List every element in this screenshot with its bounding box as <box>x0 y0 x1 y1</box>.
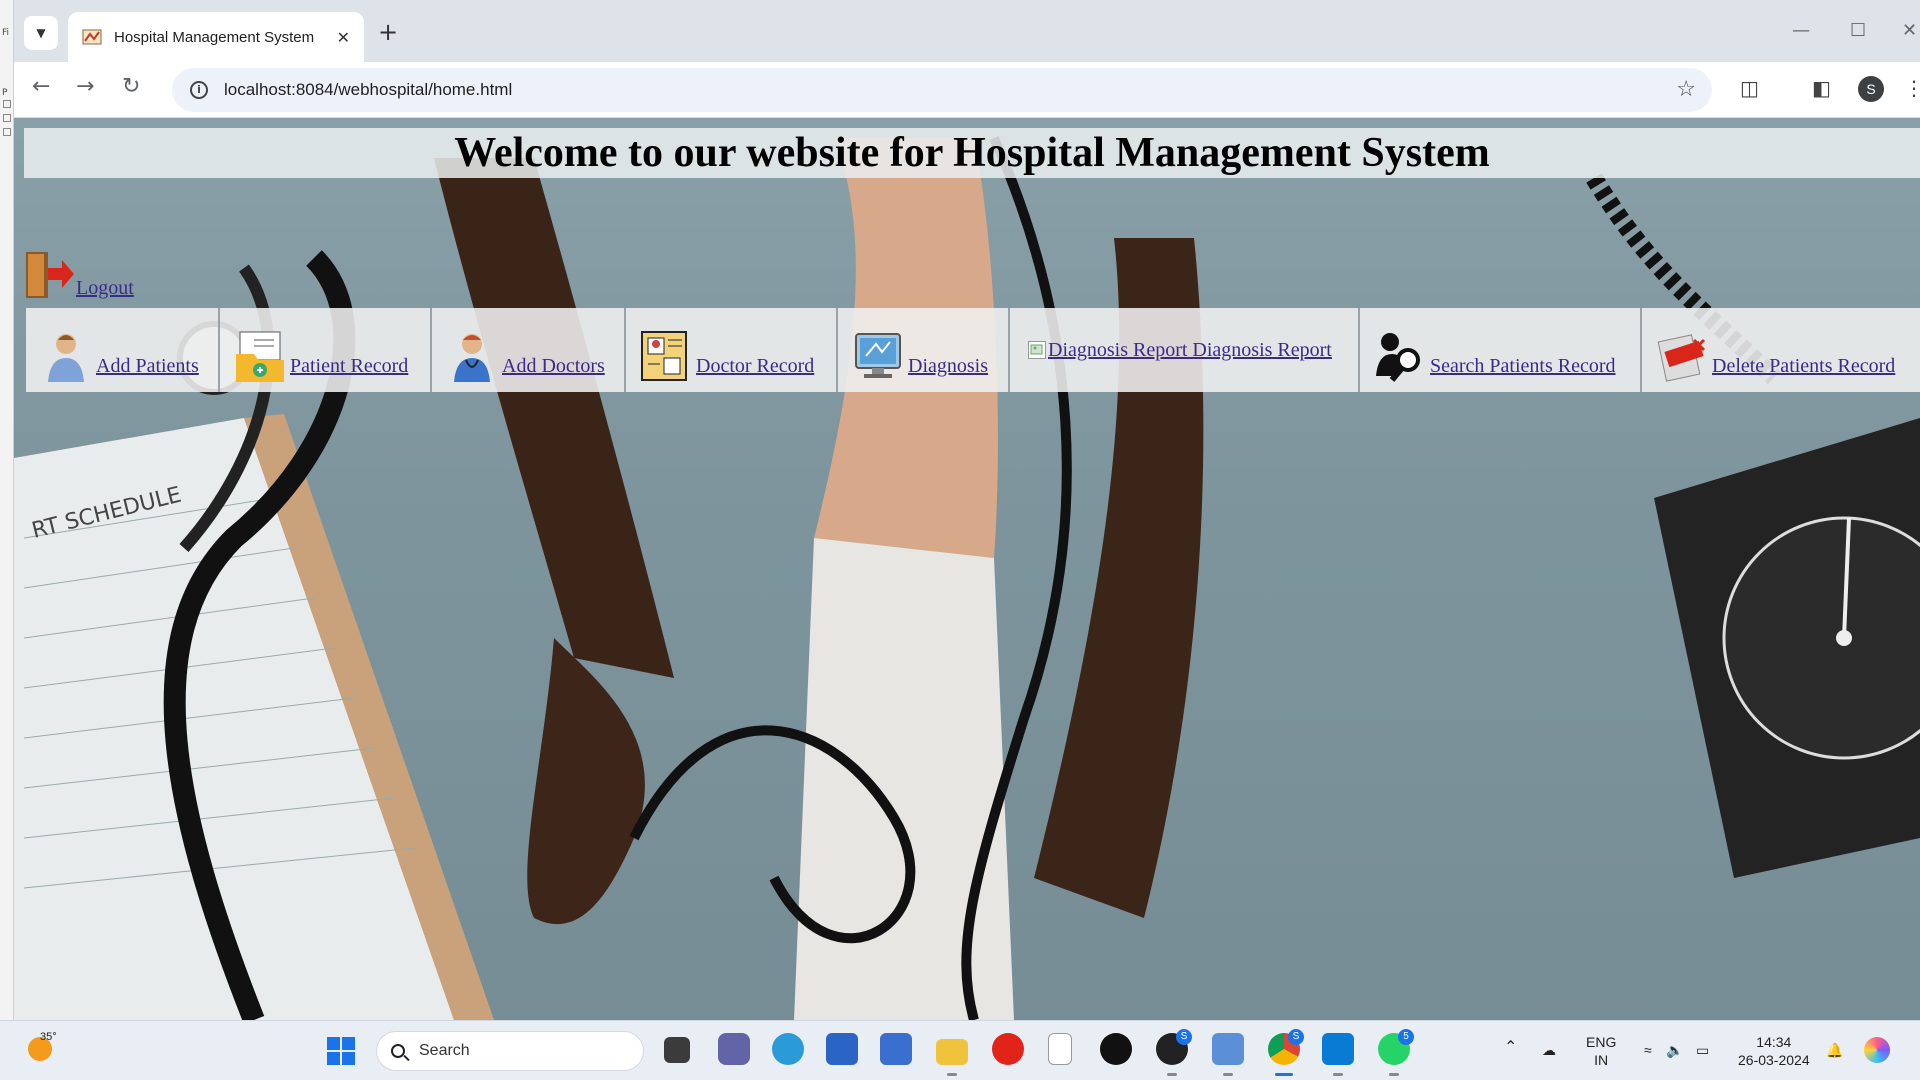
tab-bar: ▼ Hospital Management System ✕ + — ☐ ✕ <box>14 0 1920 62</box>
menu-label[interactable]: Add Patients <box>96 355 199 378</box>
battery-icon[interactable]: ▭ <box>1696 1041 1709 1059</box>
onedrive-icon[interactable]: ☁ <box>1542 1041 1556 1059</box>
menu-label[interactable]: Doctor Record <box>696 355 814 378</box>
background-photo: RT SCHEDULE <box>14 135 1920 1020</box>
edge-icon[interactable] <box>772 1033 804 1065</box>
page-viewport: RT SCHEDULE Welcome to our website for H… <box>14 118 1920 1020</box>
lang-line2: IN <box>1594 1052 1609 1068</box>
strip-letter: Fi <box>2 28 10 38</box>
teams-icon[interactable] <box>718 1033 750 1065</box>
patient-icon <box>40 330 92 382</box>
forward-icon[interactable]: → <box>76 74 94 100</box>
chrome-profile-badge: S <box>1288 1029 1304 1045</box>
strip-letter: P <box>2 88 8 98</box>
file-explorer-icon[interactable] <box>936 1039 968 1065</box>
running-indicator <box>1389 1073 1399 1076</box>
running-indicator <box>1223 1073 1233 1076</box>
weather-temp: 35° <box>40 1031 57 1043</box>
bookmark-star-icon[interactable]: ☆ <box>1676 77 1696 102</box>
menu-item-diagnosis-report[interactable]: Diagnosis Report Diagnosis Report <box>1010 308 1360 392</box>
profile-avatar[interactable]: S <box>1858 76 1884 102</box>
clock-date: 26-03-2024 <box>1738 1052 1810 1068</box>
close-window-icon[interactable]: ✕ <box>1902 20 1917 41</box>
active-indicator <box>1275 1073 1293 1076</box>
whatsapp-badge: 5 <box>1398 1029 1414 1045</box>
new-tab-button[interactable]: + <box>378 18 398 46</box>
language-indicator[interactable]: ENG IN <box>1586 1033 1616 1069</box>
maximize-icon[interactable]: ☐ <box>1850 20 1866 41</box>
menu-item-patient-record[interactable]: Patient Record <box>220 308 432 392</box>
strip-expand-icon[interactable] <box>3 100 11 108</box>
menu-item-delete-patients[interactable]: Delete Patients Record <box>1642 308 1920 392</box>
menu-label[interactable]: Diagnosis Report Diagnosis Report <box>1048 339 1332 362</box>
menu-label[interactable]: Search Patients Record <box>1430 355 1616 378</box>
menu-item-add-patients[interactable]: Add Patients <box>26 308 220 392</box>
volume-icon[interactable]: 🔈 <box>1666 1041 1683 1059</box>
running-indicator <box>1333 1073 1343 1076</box>
notification-icon[interactable]: 🔔 <box>1826 1041 1843 1059</box>
extensions-icon[interactable]: ◫ <box>1740 76 1759 100</box>
page-title: Welcome to our website for Hospital Mana… <box>24 128 1920 178</box>
url-text[interactable]: localhost:8084/webhospital/home.html <box>224 80 512 100</box>
tray-chevron-icon[interactable]: ⌃ <box>1504 1039 1517 1057</box>
running-indicator <box>1167 1073 1177 1076</box>
lang-line1: ENG <box>1586 1034 1617 1050</box>
task-view-icon[interactable] <box>664 1037 690 1063</box>
browser-toolbar: ← → ↻ i localhost:8084/webhospital/home.… <box>14 62 1920 118</box>
menu-label[interactable]: Patient Record <box>290 355 408 378</box>
side-panel-icon[interactable]: ◧ <box>1812 76 1831 100</box>
notepad-icon[interactable] <box>1048 1033 1072 1065</box>
menu-dots-icon[interactable]: ⋮ <box>1904 76 1920 100</box>
menu-label[interactable]: Diagnosis <box>908 355 988 378</box>
left-side-strip: P Fi <box>0 0 14 1020</box>
mail-icon[interactable] <box>880 1033 912 1065</box>
menu-label[interactable]: Delete Patients Record <box>1712 355 1895 378</box>
logout-link[interactable]: Logout <box>24 250 134 300</box>
strip-expand-icon[interactable] <box>3 114 11 122</box>
close-tab-icon[interactable]: ✕ <box>337 28 350 47</box>
tab-title: Hospital Management System <box>114 28 315 46</box>
site-info-icon[interactable]: i <box>190 81 208 99</box>
reload-icon[interactable]: ↻ <box>122 74 140 100</box>
menu-item-search-patients[interactable]: Search Patients Record <box>1360 308 1642 392</box>
running-indicator <box>947 1073 957 1076</box>
menu-item-diagnosis[interactable]: Diagnosis <box>838 308 1010 392</box>
clock-time: 14:34 <box>1756 1034 1792 1050</box>
minimize-icon[interactable]: — <box>1792 20 1810 41</box>
vscode-icon[interactable] <box>1322 1033 1354 1065</box>
search-icon <box>391 1044 405 1058</box>
search-label: Search <box>419 1042 470 1059</box>
tab-search-chevron-icon[interactable]: ▼ <box>24 16 58 50</box>
menu-label[interactable]: Add Doctors <box>502 355 605 378</box>
windows-taskbar: 35° Search S S 5 ⌃ ☁ ENG IN ≈ 🔈 ▭ 14:34 … <box>0 1020 1920 1080</box>
menu-item-doctor-record[interactable]: Doctor Record <box>626 308 838 392</box>
doctor-record-icon <box>640 330 692 382</box>
logout-door-icon[interactable] <box>24 250 76 300</box>
address-bar[interactable]: i localhost:8084/webhospital/home.html ☆ <box>172 68 1712 112</box>
wifi-icon[interactable]: ≈ <box>1644 1041 1652 1059</box>
clock[interactable]: 14:34 26-03-2024 <box>1738 1033 1810 1069</box>
doctor-icon <box>446 330 498 382</box>
menu-item-add-doctors[interactable]: Add Doctors <box>432 308 626 392</box>
monitor-icon <box>852 330 904 382</box>
copilot-icon[interactable] <box>1864 1037 1890 1063</box>
back-icon[interactable]: ← <box>32 74 50 100</box>
broken-image-icon <box>1028 341 1046 359</box>
store-icon[interactable] <box>826 1033 858 1065</box>
virtualbox-icon[interactable] <box>1212 1033 1244 1065</box>
main-menu: Add Patients Patient Record Add Doctors … <box>26 308 1920 392</box>
taskbar-search-box[interactable]: Search <box>376 1031 644 1071</box>
tab-hospital-management[interactable]: Hospital Management System ✕ <box>68 12 364 62</box>
delete-icon <box>1656 330 1708 382</box>
windows-start-icon[interactable] <box>327 1037 355 1065</box>
record-folder-icon <box>234 330 286 382</box>
steam-badge: S <box>1176 1029 1192 1045</box>
dell-icon[interactable] <box>1100 1033 1132 1065</box>
favicon-icon <box>82 28 102 46</box>
opera-icon[interactable] <box>992 1033 1024 1065</box>
search-person-icon <box>1374 330 1426 382</box>
logout-label[interactable]: Logout <box>76 277 134 300</box>
strip-expand-icon[interactable] <box>3 128 11 136</box>
